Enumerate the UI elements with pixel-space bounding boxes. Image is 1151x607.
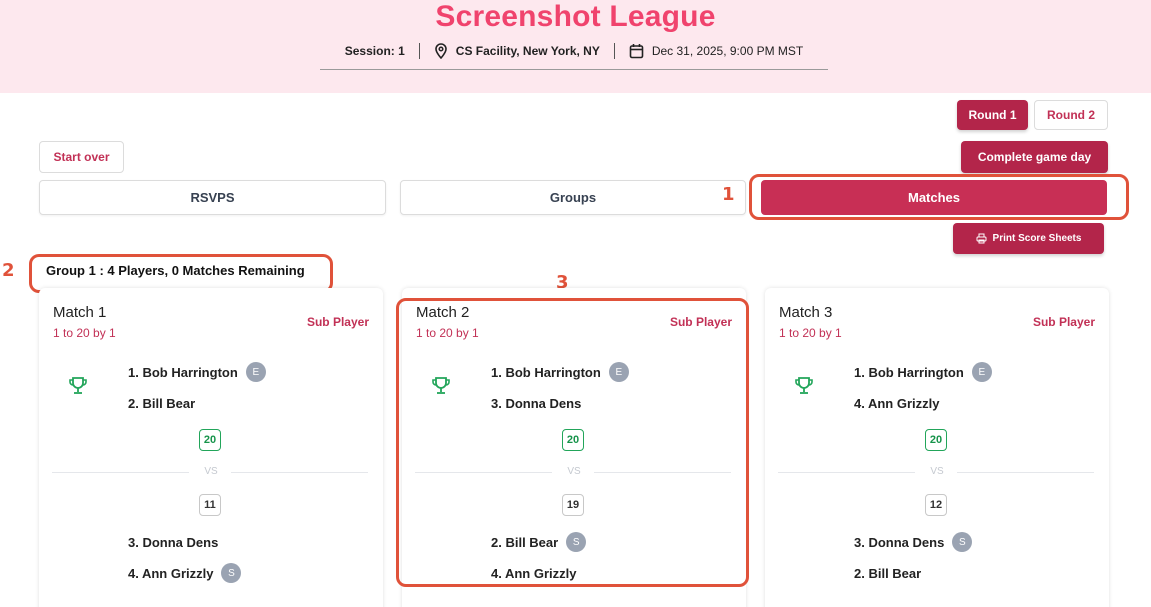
player-badge: E	[245, 362, 266, 382]
datetime-label: Dec 31, 2025, 9:00 PM MST	[651, 43, 804, 58]
divider	[594, 472, 731, 473]
player-name: 1. Bob Harrington E	[128, 361, 266, 383]
page-title: Screenshot League	[435, 0, 716, 33]
score-box[interactable]: 20	[925, 429, 947, 451]
player-name: 1. Bob Harrington E	[854, 361, 992, 383]
round-1-button[interactable]: Round 1	[957, 100, 1028, 130]
trophy-icon	[430, 376, 452, 401]
match-format: 1 to 20 by 1	[779, 326, 842, 340]
session-label: Session: 1	[344, 43, 405, 58]
player-name: 2. Bill Bear	[128, 395, 196, 411]
annotation-marker: 2	[2, 260, 15, 281]
sub-player-link[interactable]: Sub Player	[1033, 315, 1095, 329]
match-title: Match 3	[779, 304, 833, 321]
trophy-icon	[67, 376, 89, 401]
player-badge: S	[566, 532, 587, 552]
divider	[957, 472, 1094, 473]
calendar-icon	[629, 43, 644, 59]
print-label: Print Score Sheets	[992, 233, 1082, 244]
player-name: 1. Bob Harrington E	[491, 361, 629, 383]
player-badge: S	[952, 532, 973, 552]
player-name: 2. Bill Bear S	[491, 531, 587, 553]
player-badge: E	[608, 362, 629, 382]
match-title: Match 1	[53, 304, 107, 321]
player-name: 4. Ann Grizzly S	[128, 562, 242, 584]
player-name: 4. Ann Grizzly	[491, 565, 577, 581]
sub-player-link[interactable]: Sub Player	[670, 315, 732, 329]
match-title: Match 2	[416, 304, 470, 321]
score-box[interactable]: 20	[199, 429, 221, 451]
player-name: 3. Donna Dens	[128, 534, 219, 550]
location-pin-icon	[434, 42, 448, 59]
group-title: Group 1 : 4 Players, 0 Matches Remaining	[46, 263, 305, 278]
divider	[231, 472, 368, 473]
player-badge: E	[971, 362, 992, 382]
match-format: 1 to 20 by 1	[53, 326, 116, 340]
league-header: Screenshot League Session: 1 CS Facility…	[0, 0, 1151, 93]
score-box[interactable]: 20	[562, 429, 584, 451]
annotation-marker: 1	[722, 184, 735, 205]
match-card: Match 1 1 to 20 by 1 Sub Player 1. Bob H…	[39, 288, 383, 607]
tab-groups[interactable]: Groups	[400, 180, 746, 215]
start-over-button[interactable]: Start over	[39, 141, 124, 173]
match-format: 1 to 20 by 1	[416, 326, 479, 340]
divider	[418, 42, 420, 59]
round-2-button[interactable]: Round 2	[1034, 100, 1108, 130]
player-name: 4. Ann Grizzly	[854, 395, 940, 411]
player-badge: S	[221, 563, 242, 583]
divider	[613, 42, 615, 59]
complete-game-day-button[interactable]: Complete game day	[961, 141, 1108, 173]
location-label: CS Facility, New York, NY	[455, 43, 600, 58]
score-box[interactable]: 12	[925, 494, 947, 516]
score-box[interactable]: 19	[562, 494, 584, 516]
printer-icon	[976, 233, 987, 244]
session-info: Session: 1 CS Facility, New York, NY Dec…	[320, 40, 828, 70]
score-box[interactable]: 11	[199, 494, 221, 516]
match-card: Match 2 1 to 20 by 1 Sub Player 1. Bob H…	[402, 288, 746, 607]
player-name: 3. Donna Dens	[491, 395, 582, 411]
trophy-icon	[793, 376, 815, 401]
player-name: 3. Donna Dens S	[854, 531, 973, 553]
tab-matches[interactable]: Matches	[761, 180, 1107, 215]
sub-player-link[interactable]: Sub Player	[307, 315, 369, 329]
match-card: Match 3 1 to 20 by 1 Sub Player 1. Bob H…	[765, 288, 1109, 607]
player-name: 2. Bill Bear	[854, 565, 922, 581]
tab-rsvps[interactable]: RSVPS	[39, 180, 386, 215]
print-score-sheets-button[interactable]: Print Score Sheets	[953, 223, 1104, 254]
